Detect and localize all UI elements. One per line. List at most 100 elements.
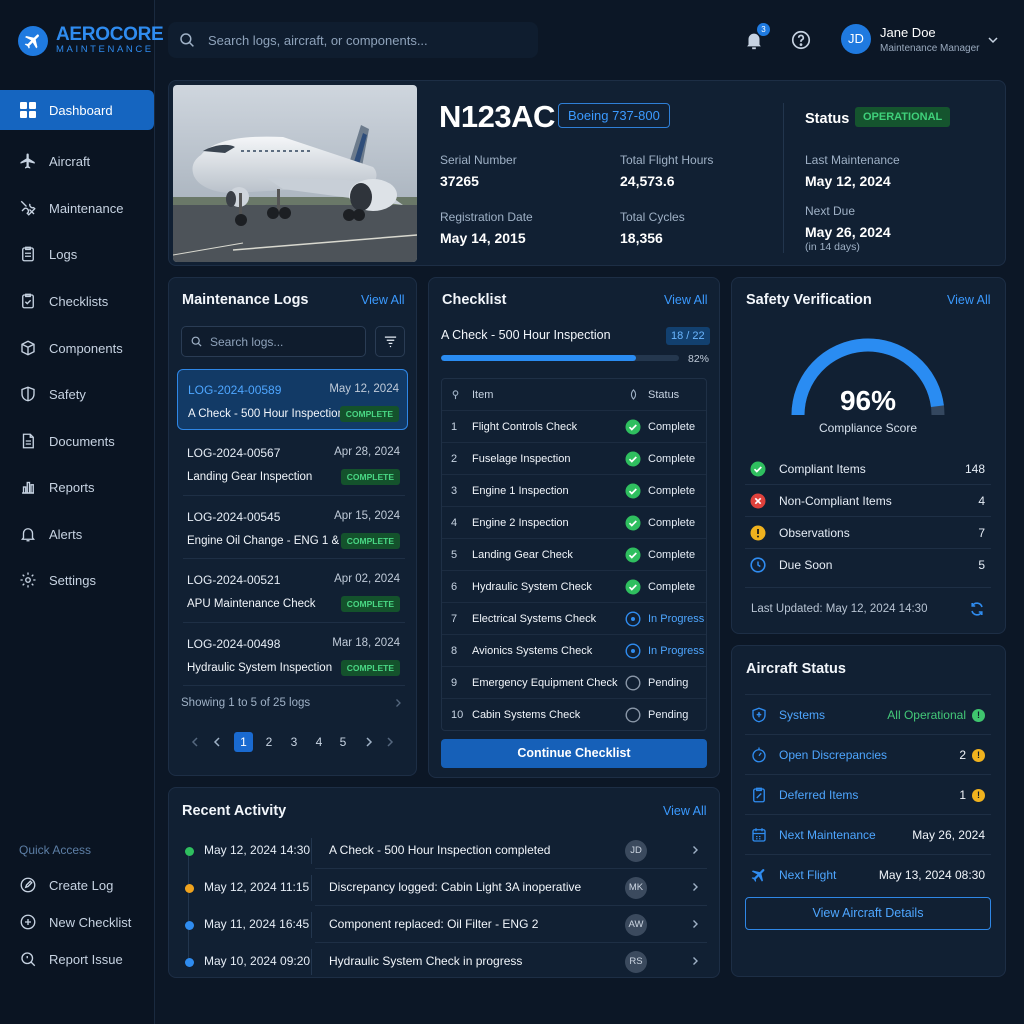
chevron-right-icon[interactable] [393,698,403,708]
sidebar-item-logs[interactable]: Logs [0,234,154,274]
row-item: Cabin Systems Check [472,709,581,721]
log-date: Apr 15, 2024 [334,510,400,522]
row-value: 5 [978,558,985,572]
log-item[interactable]: LOG-2024-00589 May 12, 2024 A Check - 50… [177,369,408,430]
prev-page-icon[interactable] [211,736,223,748]
status-row-deferred[interactable]: Deferred Items 1! [745,775,991,815]
log-search-input[interactable] [210,334,360,349]
search-input[interactable] [208,32,528,48]
activity-item[interactable]: May 11, 2024 16:45 Component replaced: O… [179,906,707,943]
row-label: Open Discrepancies [779,748,888,762]
sidebar-item-aircraft[interactable]: Aircraft [0,141,154,181]
page-button-3[interactable]: 3 [285,733,303,751]
continue-checklist-button[interactable]: Continue Checklist [441,739,707,768]
sidebar-item-checklists[interactable]: Checklists [0,281,154,321]
tail-number: N123AC [439,99,555,134]
log-item[interactable]: LOG-2024-00567 Apr 28, 2024 Landing Gear… [177,433,408,494]
page-button-1[interactable]: 1 [234,732,253,752]
flight-hours-label: Total Flight Hours [620,153,714,167]
check-circle-icon [625,451,641,467]
status-row-discrepancies[interactable]: Open Discrepancies 2! [745,735,991,775]
check-circle-icon [625,547,641,563]
quick-access-report-issue[interactable]: Report Issue [0,939,154,979]
sidebar-item-label: Reports [49,479,95,495]
checklist-row[interactable]: 6 Hydraulic System Check Complete [442,571,706,603]
page-button-2[interactable]: 2 [260,733,278,751]
status-row-next-flight[interactable]: Next Flight May 13, 2024 08:30 [745,855,991,895]
user-avatar[interactable]: JD [841,24,871,54]
safety-view-all-link[interactable]: View All [947,293,991,307]
help-icon[interactable] [790,29,812,51]
row-number: 1 [451,421,458,433]
pin-icon [452,390,459,400]
activity-view-all-link[interactable]: View All [663,804,707,818]
refresh-icon[interactable] [969,601,985,617]
log-id: LOG-2024-00589 [188,383,282,397]
chevron-down-icon[interactable] [987,34,999,46]
first-page-icon[interactable] [189,736,201,748]
sidebar-item-reports[interactable]: Reports [0,467,154,507]
log-search-box[interactable] [181,326,366,357]
user-name[interactable]: Jane Doe [880,25,936,40]
compliant-items-row[interactable]: Compliant Items 148 [745,453,991,485]
log-item[interactable]: LOG-2024-00545 Apr 15, 2024 Engine Oil C… [177,497,408,558]
row-status: Complete [648,421,696,433]
chevron-right-icon[interactable] [690,956,700,966]
row-label: Next Flight [779,868,837,882]
page-button-5[interactable]: 5 [334,733,352,751]
user-avatar: RS [625,951,647,973]
next-page-icon[interactable] [363,736,375,748]
checklist-row[interactable]: 5 Landing Gear Check Complete [442,539,706,571]
checklist-table-header: Item Status [442,379,706,411]
sidebar-item-documents[interactable]: Documents [0,421,154,461]
activity-item[interactable]: May 10, 2024 09:20 Hydraulic System Chec… [179,943,707,980]
activity-time: May 12, 2024 14:30 [204,843,311,857]
status-badge: OPERATIONAL [855,107,951,127]
checklist-view-all-link[interactable]: View All [664,293,708,307]
chevron-right-icon[interactable] [690,882,700,892]
checklist-row[interactable]: 4 Engine 2 Inspection Complete [442,507,706,539]
global-search[interactable] [168,22,538,58]
view-aircraft-details-button[interactable]: View Aircraft Details [745,897,991,930]
logs-icon [22,246,34,262]
log-status-badge: COMPLETE [340,596,400,612]
quick-access-new-checklist[interactable]: New Checklist [0,902,154,942]
sidebar-item-dashboard[interactable]: Dashboard [0,90,154,130]
chevron-right-icon[interactable] [690,845,700,855]
due-soon-row[interactable]: Due Soon 5 [745,549,991,581]
checklist-row[interactable]: 9 Emergency Equipment Check Pending [442,667,706,699]
log-item[interactable]: LOG-2024-00521 Apr 02, 2024 APU Maintena… [177,560,408,621]
checklist-row[interactable]: 3 Engine 1 Inspection Complete [442,475,706,507]
checklist-row[interactable]: 1 Flight Controls Check Complete [442,411,706,443]
row-number: 6 [451,581,458,593]
checklist-row[interactable]: 8 Avionics Systems Check In Progress [442,635,706,667]
sidebar-item-settings[interactable]: Settings [0,560,154,600]
sidebar-item-safety[interactable]: Safety [0,374,154,414]
status-row-next-maintenance[interactable]: Next Maintenance May 26, 2024 [745,815,991,855]
checklist-row[interactable]: 10 Cabin Systems Check Pending [442,699,706,731]
log-item[interactable]: LOG-2024-00498 Mar 18, 2024 Hydraulic Sy… [177,624,408,685]
sidebar-item-components[interactable]: Components [0,328,154,368]
log-status-badge: COMPLETE [340,533,400,549]
logo[interactable]: AEROCORE MAINTENANCE [18,25,164,56]
activity-item[interactable]: May 12, 2024 11:15 Discrepancy logged: C… [179,869,707,906]
non-compliant-items-row[interactable]: Non-Compliant Items 4 [745,485,991,517]
status-row-systems[interactable]: Systems All Operational! [745,695,991,735]
quick-access-title: Quick Access [19,843,92,857]
activity-item[interactable]: May 12, 2024 14:30 A Check - 500 Hour In… [179,832,707,869]
checklist-row[interactable]: 2 Fuselage Inspection Complete [442,443,706,475]
page-button-4[interactable]: 4 [310,733,328,751]
observations-row[interactable]: Observations 7 [745,517,991,549]
serial-number-value: 37265 [440,173,479,189]
filter-button[interactable] [375,326,405,357]
total-cycles-value: 18,356 [620,230,663,246]
logs-view-all-link[interactable]: View All [361,293,405,307]
chevron-right-icon[interactable] [690,919,700,929]
last-page-icon[interactable] [384,736,396,748]
sidebar-item-maintenance[interactable]: Maintenance [0,188,154,228]
log-date: Apr 28, 2024 [334,446,400,458]
checklist-row[interactable]: 7 Electrical Systems Check In Progress [442,603,706,635]
quick-access-create-log[interactable]: Create Log [0,865,154,905]
sidebar-item-alerts[interactable]: Alerts [0,514,154,554]
search-icon [191,336,202,347]
